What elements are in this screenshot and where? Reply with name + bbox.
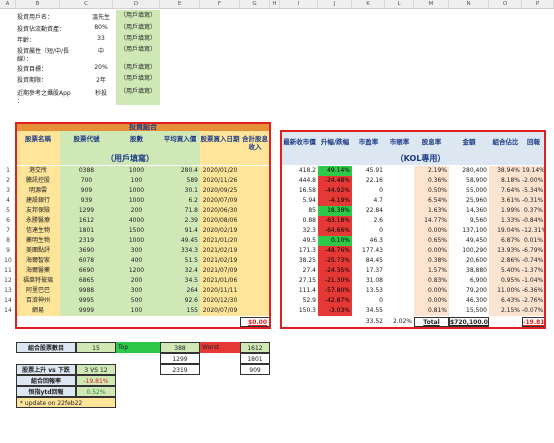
update-note: * update on 22feb22 [16, 397, 116, 408]
settings-value[interactable]: 80% [86, 24, 116, 31]
up-vs-down-value: 3 VS 12 [76, 364, 116, 375]
settings-label: 投資佔流動資產： [17, 26, 66, 33]
settings-note: （用戶填寫） [116, 11, 160, 21]
settings-label: 近期參考之攝股App [17, 90, 71, 97]
settings-label: 投資用戶名： [17, 14, 54, 21]
column-letter-b[interactable]: B [16, 0, 60, 8]
row-number: 10 [4, 257, 12, 264]
settings-label: 投資目標： [17, 66, 48, 73]
portfolio-return-value: -19.81% [76, 375, 116, 386]
worst-stock-code: 1801 [240, 353, 270, 364]
column-letter-p[interactable]: P [522, 0, 554, 8]
settings-value[interactable]: 20% [86, 64, 116, 71]
top-label: Top [116, 342, 160, 353]
column-letter-i[interactable]: I [280, 0, 318, 8]
settings-label-cont: 線）： [17, 56, 33, 63]
column-letter-n[interactable]: N [449, 0, 489, 8]
row-number: 8 [6, 237, 10, 244]
settings-value[interactable]: 33 [86, 35, 116, 42]
settings-note: （用戶填寫） [116, 87, 160, 97]
worst-label: Worst [200, 342, 240, 353]
column-letter-c[interactable]: C [60, 0, 113, 8]
column-letter-g[interactable]: G [240, 0, 270, 8]
settings-value[interactable]: 溫先生 [86, 12, 116, 21]
row-number: 14 [4, 307, 12, 314]
column-letter-l[interactable]: L [385, 0, 414, 8]
column-letter-f[interactable]: F [200, 0, 240, 8]
top-stock-code: 1299 [160, 353, 200, 364]
up-vs-down-label: 股票上升 vs 下跌 [16, 364, 76, 375]
settings-label: 投資期限： [17, 77, 48, 84]
portfolio-return-label: 組合回報率 [16, 375, 76, 386]
row-number: 2 [6, 177, 10, 184]
column-letter-a[interactable]: A [0, 0, 16, 8]
row-number: 9 [6, 247, 10, 254]
portfolio-count-label: 組合股票數目 [16, 342, 76, 353]
column-letter-j[interactable]: J [318, 0, 352, 8]
row-number: 11 [4, 267, 12, 274]
row-number: 4 [6, 197, 10, 204]
worst-stock-code: 909 [240, 364, 270, 375]
row-number: 5 [6, 207, 10, 214]
column-header-bar: ABCDEFGHIJKLMNOP [0, 0, 554, 9]
top-stock-code: 2319 [160, 364, 200, 375]
settings-value[interactable]: 中 [86, 46, 116, 55]
row-number: 1 [6, 167, 10, 174]
portfolio-count-value: 15 [76, 342, 116, 353]
top-stock-code: 388 [160, 342, 200, 353]
row-number: 7 [6, 227, 10, 234]
settings-note: （用戶填寫） [116, 34, 160, 44]
column-letter-k[interactable]: K [352, 0, 385, 8]
hsi-ytd-value: 0.52% [76, 386, 116, 397]
hsi-ytd-label: 恒指ytd回報 [16, 386, 76, 397]
settings-note: （用戶填寫） [116, 74, 160, 84]
row-number: 12 [4, 277, 12, 284]
row-number: 13 [4, 287, 12, 294]
settings-note: （用戶填寫） [116, 63, 160, 73]
column-letter-d[interactable]: D [113, 0, 160, 8]
row-number: 14 [4, 297, 12, 304]
settings-value[interactable]: 2年 [86, 75, 116, 84]
worst-stock-code: 1612 [240, 342, 270, 353]
column-letter-e[interactable]: E [160, 0, 200, 8]
settings-label-cont: ： [17, 98, 24, 105]
settings-note: （用戶填寫） [116, 23, 160, 33]
right-table-border [280, 130, 546, 329]
settings-note: （用戶填寫） [116, 45, 160, 55]
column-letter-o[interactable]: O [489, 0, 522, 8]
row-number: 3 [6, 187, 10, 194]
settings-value[interactable]: 秒投 [86, 88, 116, 97]
column-letter-h[interactable]: H [270, 0, 280, 8]
row-number: 6 [6, 217, 10, 224]
column-letter-m[interactable]: M [414, 0, 449, 8]
settings-label: 年齡： [17, 37, 36, 44]
left-table-border [15, 122, 271, 329]
